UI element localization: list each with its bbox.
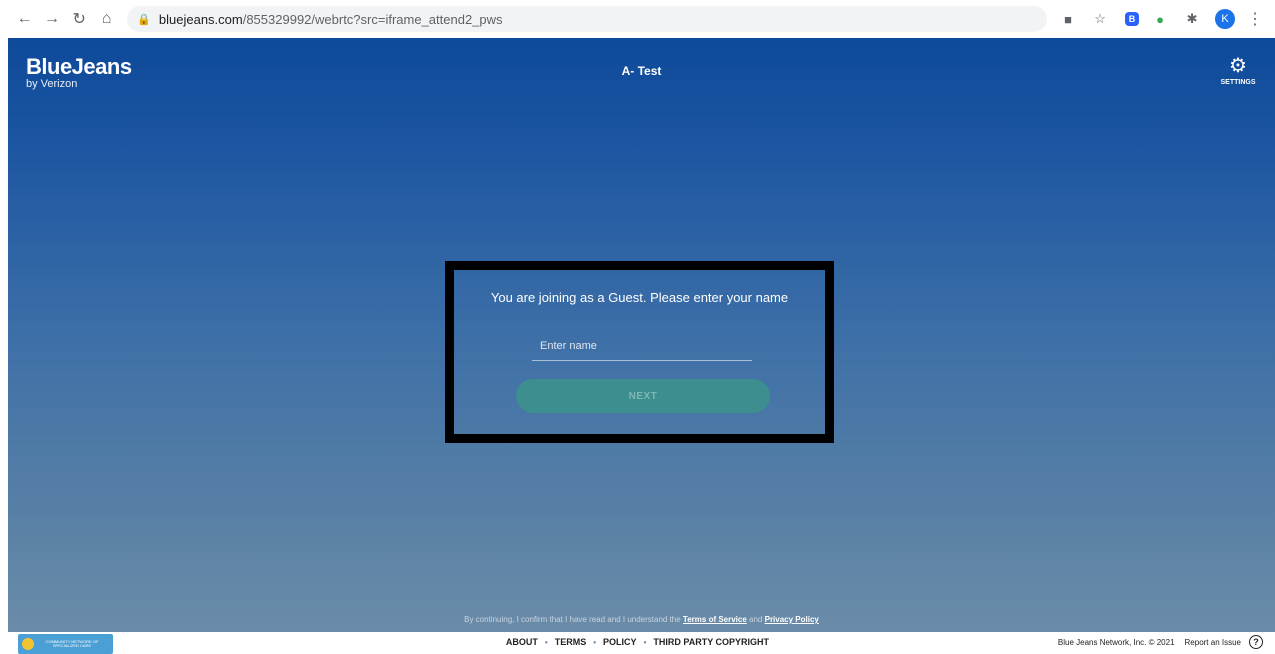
consent-prefix: By continuing, I confirm that I have rea… bbox=[464, 615, 683, 624]
terms-link[interactable]: TERMS bbox=[555, 637, 587, 647]
settings-label: SETTINGS bbox=[1220, 79, 1256, 86]
separator-dot: • bbox=[544, 638, 548, 647]
browser-menu-icon[interactable]: ⋮ bbox=[1247, 9, 1263, 29]
puzzle-icon[interactable]: ✱ bbox=[1181, 8, 1203, 30]
privacy-policy-link[interactable]: Privacy Policy bbox=[765, 615, 819, 624]
guest-name-dialog: You are joining as a Guest. Please enter… bbox=[445, 261, 834, 443]
copyright-text: Blue Jeans Network, Inc. © 2021 bbox=[1057, 637, 1175, 647]
bluejeans-extension-icon[interactable]: B bbox=[1125, 12, 1140, 26]
gear-icon: ⚙ bbox=[1229, 55, 1247, 77]
separator-dot: • bbox=[593, 638, 597, 647]
back-arrow-icon[interactable]: ← bbox=[14, 8, 35, 30]
meeting-title: A- Test bbox=[621, 64, 662, 78]
guest-prompt: You are joining as a Guest. Please enter… bbox=[490, 290, 789, 305]
bookmark-star-icon[interactable]: ☆ bbox=[1089, 8, 1111, 30]
about-link[interactable]: ABOUT bbox=[506, 637, 538, 647]
footer-right: Blue Jeans Network, Inc. © 2021 Report a… bbox=[1058, 635, 1263, 649]
home-icon[interactable]: ⌂ bbox=[96, 8, 117, 30]
app-background: BlueJeans by Verizon A- Test ⚙ SETTINGS … bbox=[8, 38, 1275, 632]
url-host: bluejeans.com bbox=[158, 11, 243, 27]
help-icon[interactable]: ? bbox=[1249, 635, 1263, 649]
camera-icon[interactable]: ■ bbox=[1057, 8, 1079, 30]
brand-subtitle: by Verizon bbox=[26, 78, 78, 90]
extension-icon[interactable]: ● bbox=[1149, 8, 1171, 30]
reload-icon[interactable]: ↻ bbox=[69, 8, 90, 30]
consent-middle: and bbox=[746, 615, 765, 624]
forward-arrow-icon[interactable]: → bbox=[41, 8, 62, 30]
profile-avatar[interactable]: K bbox=[1215, 9, 1236, 29]
address-bar[interactable]: 🔒 bluejeans.com/855329992/webrtc?src=ifr… bbox=[127, 6, 1048, 32]
third-party-copyright-link[interactable]: THIRD PARTY COPYRIGHT bbox=[653, 637, 769, 647]
separator-dot: • bbox=[643, 638, 647, 647]
extensions-area: ■ ☆ B ● ✱ K ⋮ bbox=[1047, 8, 1263, 30]
name-field bbox=[532, 333, 752, 361]
settings-button[interactable]: ⚙ SETTINGS bbox=[1213, 56, 1263, 86]
next-button[interactable]: NEXT bbox=[516, 379, 770, 413]
report-issue-link[interactable]: Report an Issue bbox=[1185, 638, 1241, 647]
terms-of-service-link[interactable]: Terms of Service bbox=[683, 615, 747, 624]
url-path: /855329992/webrtc?src=iframe_attend2_pws bbox=[242, 11, 503, 27]
consent-text: By continuing, I confirm that I have rea… bbox=[8, 615, 1275, 624]
browser-toolbar: ← → ↻ ⌂ 🔒 bluejeans.com/855329992/webrtc… bbox=[0, 0, 1275, 38]
page-footer: COMMUNITY NETWORK OF SPECIALIZED CARE AB… bbox=[0, 632, 1275, 654]
name-input[interactable] bbox=[532, 333, 752, 359]
lock-icon: 🔒 bbox=[137, 13, 151, 26]
policy-link[interactable]: POLICY bbox=[603, 637, 637, 647]
